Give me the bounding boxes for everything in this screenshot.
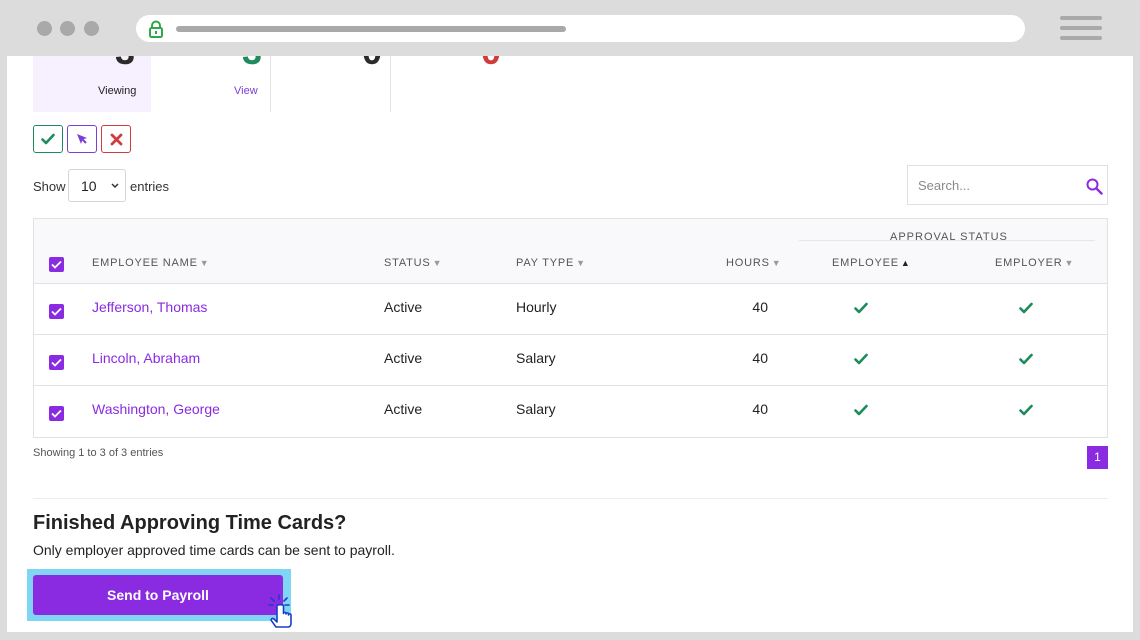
window-dot-maximize[interactable]	[84, 21, 99, 36]
table-info: Showing 1 to 3 of 3 entries	[33, 447, 164, 459]
select-all-checkbox[interactable]	[49, 257, 64, 272]
search-box	[907, 165, 1108, 205]
employee-name-link[interactable]: Washington, George	[92, 401, 220, 417]
sort-caret-icon: ▼	[199, 258, 210, 268]
employee-name-link[interactable]: Jefferson, Thomas	[92, 299, 207, 315]
hours-cell: 40	[752, 350, 768, 366]
approve-button[interactable]	[33, 125, 63, 153]
column-header-employer[interactable]: EMPLOYER ▼	[995, 257, 1074, 269]
summary-card-view-link[interactable]: View	[234, 85, 258, 97]
column-header-employee-name[interactable]: EMPLOYEE NAME ▼	[92, 257, 209, 269]
entries-select[interactable]: 10	[68, 169, 126, 202]
summary-card-label: Viewing	[98, 85, 137, 97]
table-row[interactable]: Washington, George Active Salary 40	[34, 386, 1107, 437]
approval-status-group-header: APPROVAL STATUS	[890, 231, 1008, 243]
search-icon[interactable]	[1086, 178, 1103, 195]
row-checkbox[interactable]	[49, 355, 64, 370]
checkmark-icon	[51, 409, 62, 418]
url-placeholder-line	[176, 26, 566, 32]
sort-caret-icon: ▼	[576, 258, 586, 268]
hand-pointer-cursor-icon	[268, 594, 292, 628]
table-header: APPROVAL STATUS EMPLOYEE NAME ▼ STATUS ▼ P…	[34, 219, 1107, 284]
employee-approved-check-icon	[854, 353, 868, 365]
page: 3 Viewing 3 View 0 0 Show 10 entri	[7, 56, 1133, 632]
cursor-arrow-icon	[77, 134, 87, 144]
column-header-label: STATUS	[384, 257, 431, 269]
window-dot-close[interactable]	[37, 21, 52, 36]
send-to-payroll-highlight: Send to Payroll	[27, 569, 291, 621]
checkmark-icon	[51, 358, 62, 367]
browser-chrome	[0, 0, 1140, 56]
column-header-label: EMPLOYEE	[832, 257, 899, 269]
summary-card-number: 3	[115, 56, 135, 70]
summary-card-number: 3	[242, 56, 262, 70]
table-row[interactable]: Lincoln, Abraham Active Salary 40	[34, 335, 1107, 386]
column-header-label: HOURS	[726, 257, 770, 269]
pagination-page-1[interactable]: 1	[1087, 446, 1108, 469]
status-cell: Active	[384, 299, 423, 315]
summary-card-pending[interactable]: 0	[272, 56, 391, 112]
hours-cell: 40	[752, 401, 768, 417]
summary-card-approved[interactable]: 3 View	[152, 56, 271, 112]
column-header-employee[interactable]: EMPLOYEE ▲	[832, 257, 911, 269]
send-to-payroll-button[interactable]: Send to Payroll	[33, 575, 283, 615]
sort-caret-icon: ▼	[1064, 258, 1075, 268]
hours-cell: 40	[752, 299, 768, 315]
lock-icon	[149, 20, 163, 38]
x-icon	[110, 133, 122, 145]
column-header-pay-type[interactable]: PAY TYPE ▼	[516, 257, 586, 269]
timecards-table: APPROVAL STATUS EMPLOYEE NAME ▼ STATUS ▼ P…	[33, 218, 1108, 438]
employee-name-link[interactable]: Lincoln, Abraham	[92, 350, 200, 366]
status-cell: Active	[384, 350, 423, 366]
summary-card-rejected[interactable]: 0	[392, 56, 511, 112]
employer-approved-check-icon	[1019, 404, 1033, 416]
table-row[interactable]: Jefferson, Thomas Active Hourly 40	[34, 284, 1107, 335]
row-checkbox[interactable]	[49, 304, 64, 319]
hamburger-menu-icon[interactable]	[1060, 16, 1102, 42]
window-dot-minimize[interactable]	[60, 21, 75, 36]
finish-title: Finished Approving Time Cards?	[33, 512, 347, 534]
column-header-status[interactable]: STATUS ▼	[384, 257, 442, 269]
select-button[interactable]	[67, 125, 97, 153]
employee-approved-check-icon	[854, 404, 868, 416]
employer-approved-check-icon	[1019, 353, 1033, 365]
column-header-label: EMPLOYER	[995, 257, 1063, 269]
group-header-divider	[799, 240, 1095, 241]
reject-button[interactable]	[101, 125, 131, 153]
status-cell: Active	[384, 401, 423, 417]
checkmark-icon	[51, 307, 62, 316]
finish-subtitle: Only employer approved time cards can be…	[33, 542, 395, 558]
pay-type-cell: Salary	[516, 350, 556, 366]
check-icon	[41, 133, 55, 145]
column-header-hours[interactable]: HOURS ▼	[726, 257, 781, 269]
show-label: Show	[33, 179, 66, 194]
pay-type-cell: Hourly	[516, 299, 557, 315]
summary-card-viewing[interactable]: 3 Viewing	[33, 56, 151, 112]
pay-type-cell: Salary	[516, 401, 556, 417]
chevron-down-icon	[111, 183, 119, 189]
entries-label: entries	[130, 179, 170, 194]
checkmark-icon	[51, 260, 62, 269]
sort-caret-icon: ▼	[771, 258, 782, 268]
employer-approved-check-icon	[1019, 302, 1033, 314]
column-header-label: EMPLOYEE NAME	[92, 257, 198, 269]
address-bar[interactable]	[136, 15, 1025, 42]
sort-ascending-icon: ▲	[900, 258, 911, 268]
employee-approved-check-icon	[854, 302, 868, 314]
entries-select-value: 10	[81, 178, 97, 194]
column-header-label: PAY TYPE	[516, 257, 575, 269]
row-checkbox[interactable]	[49, 406, 64, 421]
summary-card-number: 0	[481, 56, 501, 70]
section-divider	[33, 498, 1108, 499]
summary-card-number: 0	[362, 56, 382, 70]
search-input[interactable]	[918, 174, 1078, 196]
sort-caret-icon: ▼	[432, 258, 443, 268]
